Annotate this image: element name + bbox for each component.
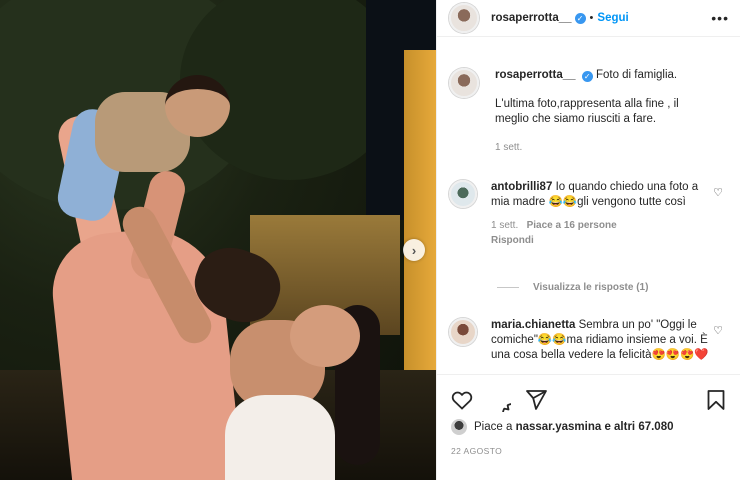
likes-summary[interactable]: Piace a nassar.yasmina e altri 67.080	[451, 419, 674, 435]
author-username[interactable]: rosaperrotta__	[491, 12, 572, 24]
baby-head	[165, 75, 230, 137]
likes-prefix: Piace a	[474, 421, 513, 433]
comment: maria.chianetta Sembra un po' "Oggi le c…	[449, 318, 729, 363]
comments-list[interactable]: rosaperrotta__ ✓ Foto di famiglia. L'ult…	[437, 38, 740, 373]
caption-time[interactable]: 1 sett.	[495, 140, 713, 155]
more-icon[interactable]: •••	[711, 10, 729, 26]
author-avatar[interactable]	[449, 3, 479, 33]
divider	[497, 287, 519, 288]
like-comment-icon[interactable]: ♡	[713, 324, 723, 337]
chevron-right-icon: ›	[411, 242, 417, 258]
post-date[interactable]: 22 AGOSTO	[451, 446, 502, 456]
post-photo[interactable]: ›	[0, 0, 436, 480]
author-avatar[interactable]	[449, 68, 479, 98]
reply-button[interactable]: Rispondi	[491, 235, 534, 246]
view-replies-button[interactable]: Visualizza le risposte (1)	[497, 282, 648, 293]
comment-time[interactable]: 1 sett.	[491, 220, 518, 231]
verified-icon: ✓	[574, 12, 586, 24]
separator-dot: •	[589, 12, 594, 24]
woman-face	[290, 305, 360, 367]
liker-username[interactable]: nassar.yasmina	[516, 421, 602, 433]
caption: rosaperrotta__ ✓ Foto di famiglia. L'ult…	[449, 68, 729, 155]
post-actions: Piace a nassar.yasmina e altri 67.080	[437, 374, 740, 446]
bookmark-icon[interactable]	[704, 388, 728, 412]
commenter-avatar[interactable]	[449, 180, 477, 208]
view-replies-label: Visualizza le risposte (1)	[533, 282, 649, 293]
woman-top	[225, 395, 335, 480]
caption-text: Foto di famiglia.	[595, 69, 678, 81]
post-header: rosaperrotta__ ✓ • Segui •••	[437, 0, 740, 37]
liker-avatar	[451, 419, 467, 435]
post-sidebar: rosaperrotta__ ✓ • Segui ••• rosaperrott…	[436, 0, 740, 480]
background-building	[404, 50, 436, 380]
commenter-avatar[interactable]	[449, 318, 477, 346]
comment-icon[interactable]	[487, 388, 511, 412]
caption-text-2: L'ultima foto,rappresenta alla fine , il…	[495, 98, 679, 125]
commenter-username[interactable]: maria.chianetta	[491, 319, 575, 331]
commenter-username[interactable]: antobrilli87	[491, 181, 552, 193]
heart-icon[interactable]	[450, 388, 474, 412]
follow-button[interactable]: Segui	[597, 12, 628, 24]
share-icon[interactable]	[524, 388, 548, 412]
comment-likes[interactable]: Piace a 16 persone	[527, 220, 617, 231]
next-photo-button[interactable]: ›	[403, 239, 425, 261]
like-comment-icon[interactable]: ♡	[713, 186, 723, 199]
caption-username[interactable]: rosaperrotta__	[495, 69, 576, 81]
likes-count[interactable]: e altri 67.080	[604, 421, 673, 433]
comment: antobrilli87 Io quando chiedo una foto a…	[449, 180, 729, 248]
verified-icon: ✓	[581, 71, 593, 82]
